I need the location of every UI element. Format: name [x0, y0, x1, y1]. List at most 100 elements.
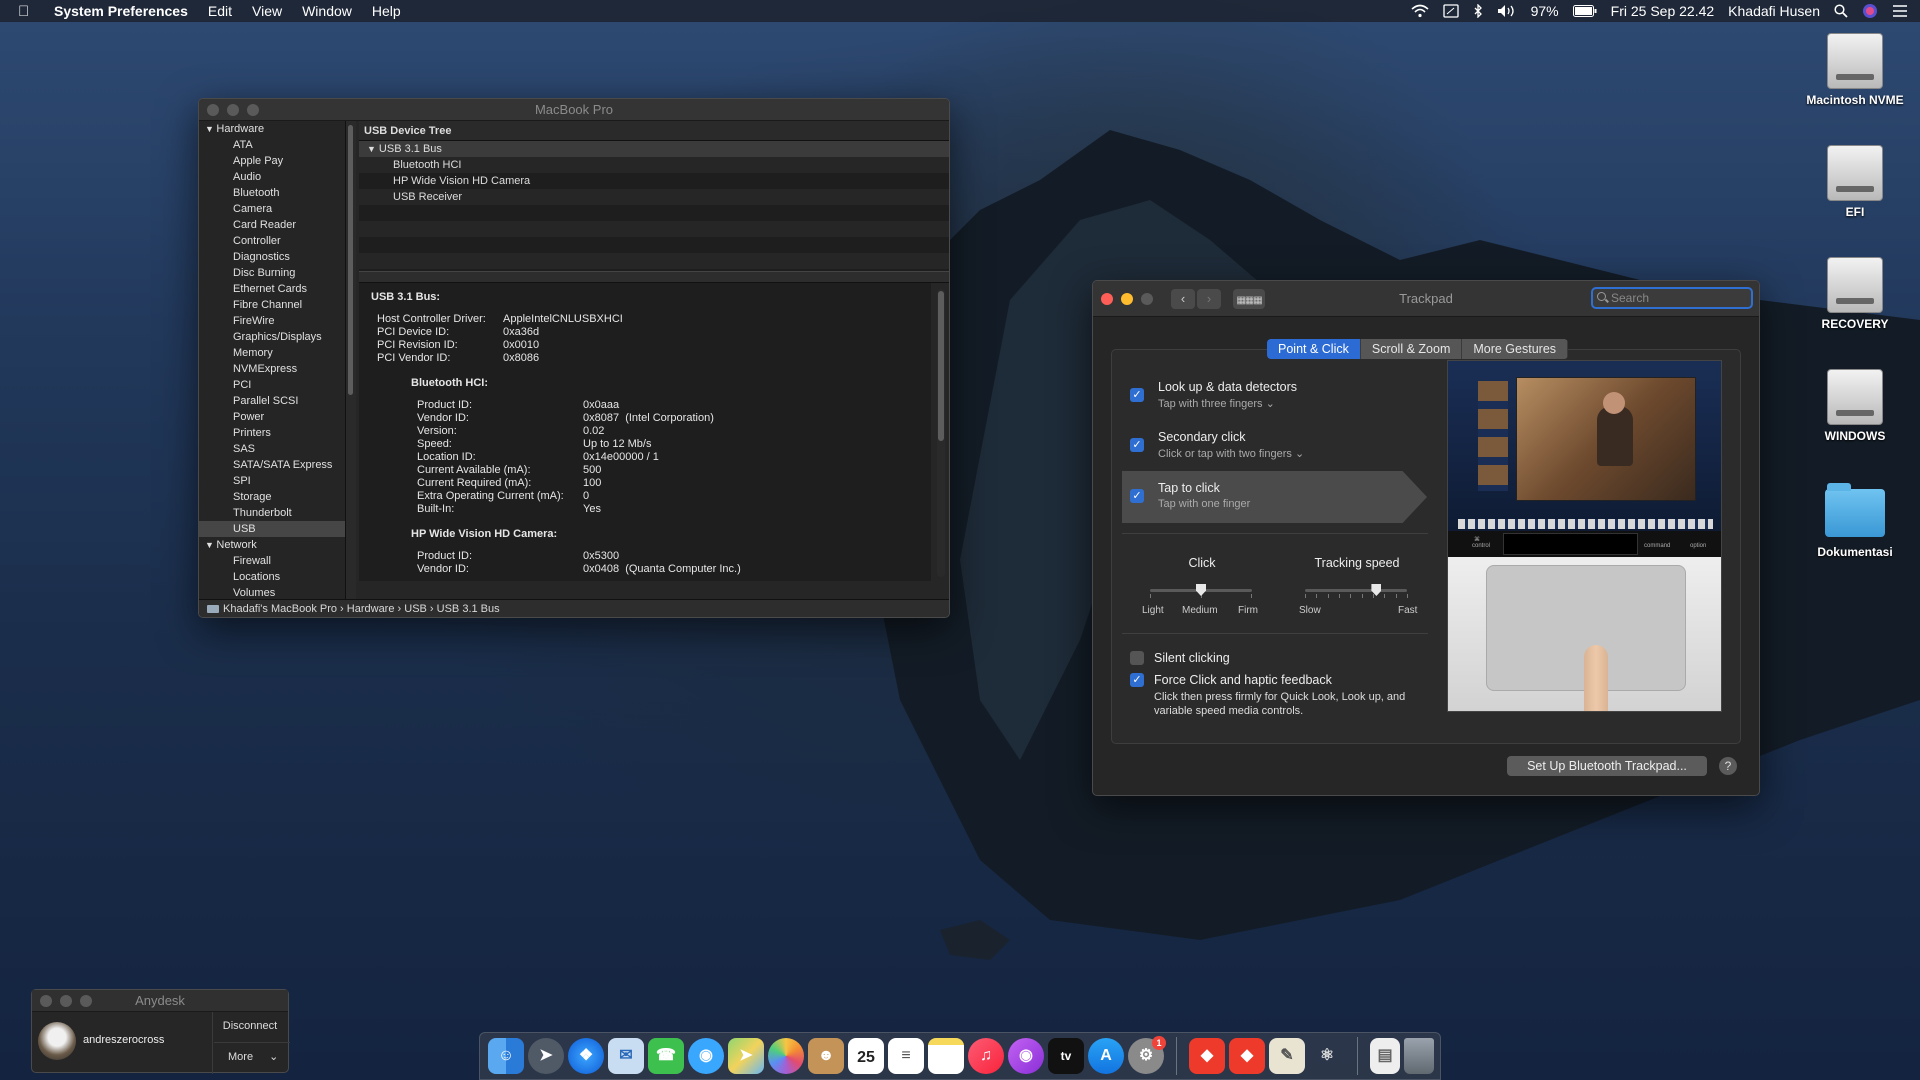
dock-launchpad-icon[interactable]: ➤	[528, 1038, 564, 1074]
tree-row[interactable]: USB Receiver	[359, 189, 949, 205]
dock-mail-icon[interactable]: ✉	[608, 1038, 644, 1074]
set-up-bluetooth-trackpad-button[interactable]: Set Up Bluetooth Trackpad...	[1507, 756, 1707, 776]
desktop-disk-macintosh-nvme[interactable]: Macintosh NVME	[1795, 33, 1915, 107]
look-up-gesture-popup[interactable]: Tap with three fingers ⌄	[1158, 397, 1427, 410]
dock-apple-tv-icon[interactable]: tv	[1048, 1038, 1084, 1074]
sidebar-item-firewire[interactable]: FireWire	[199, 313, 345, 329]
sidebar-item-pci[interactable]: PCI	[199, 377, 345, 393]
minimize-button[interactable]	[227, 104, 239, 116]
dock-anydesk-2-icon[interactable]: ◆	[1229, 1038, 1265, 1074]
path-segment[interactable]: Khadafi's MacBook Pro	[223, 603, 337, 615]
clock[interactable]: Fri 25 Sep 22.42	[1611, 3, 1715, 19]
dock-safari-icon[interactable]: ❖	[568, 1038, 604, 1074]
tree-row[interactable]: Bluetooth HCI	[359, 157, 949, 173]
tab-scroll-zoom[interactable]: Scroll & Zoom	[1360, 339, 1463, 359]
dock-contacts-icon[interactable]: ☻	[808, 1038, 844, 1074]
close-button[interactable]	[40, 995, 52, 1007]
spotlight-search-icon[interactable]	[1834, 4, 1848, 18]
sidebar-item-locations[interactable]: Locations	[199, 569, 345, 585]
siri-icon[interactable]	[1862, 3, 1878, 19]
menu-view[interactable]: View	[252, 3, 282, 19]
sidebar-item-graphics-displays[interactable]: Graphics/Displays	[199, 329, 345, 345]
path-segment[interactable]: USB	[404, 603, 427, 615]
disclosure-triangle-icon[interactable]: ▼	[205, 540, 216, 550]
sidebar-item-bluetooth[interactable]: Bluetooth	[199, 185, 345, 201]
secondary-click-gesture-popup[interactable]: Click or tap with two fingers ⌄	[1158, 447, 1427, 460]
wifi-icon[interactable]	[1411, 4, 1429, 18]
secondary-click-checkbox[interactable]: ✓	[1130, 438, 1144, 452]
tap-to-click-checkbox[interactable]: ✓	[1130, 489, 1144, 503]
sidebar-item-camera[interactable]: Camera	[199, 201, 345, 217]
dock-system-preferences-icon[interactable]: ⚙ 1	[1128, 1036, 1166, 1074]
dock-podcasts-icon[interactable]: ◉	[1008, 1038, 1044, 1074]
sidebar-item-network[interactable]: ▼ Network	[199, 537, 345, 553]
sidebar-scrollbar[interactable]	[346, 121, 356, 603]
dock-maps-icon[interactable]: ➤	[728, 1038, 764, 1074]
dock-calendar-icon[interactable]: 25	[848, 1038, 884, 1074]
close-button[interactable]	[207, 104, 219, 116]
sidebar-item-ata[interactable]: ATA	[199, 137, 345, 153]
sidebar-item-apple-pay[interactable]: Apple Pay	[199, 153, 345, 169]
click-slider-knob[interactable]	[1196, 584, 1206, 596]
sidebar-item-disc-burning[interactable]: Disc Burning	[199, 265, 345, 281]
tree-row[interactable]: ▼ USB 3.1 Bus	[359, 141, 949, 157]
sidebar-item-nvmexpress[interactable]: NVMExpress	[199, 361, 345, 377]
search-field[interactable]: Search	[1591, 287, 1753, 309]
apple-menu-icon[interactable]: 	[18, 3, 38, 20]
tab-more-gestures[interactable]: More Gestures	[1462, 339, 1569, 359]
disconnect-button[interactable]: Disconnect	[216, 1020, 284, 1032]
window-titlebar[interactable]: MacBook Pro	[199, 99, 949, 121]
dock-photos-icon[interactable]	[768, 1038, 804, 1074]
desktop-disk-windows[interactable]: WINDOWS	[1795, 369, 1915, 443]
help-button[interactable]: ?	[1719, 757, 1737, 775]
dock-messages-icon[interactable]: ◉	[688, 1038, 724, 1074]
path-segment[interactable]: USB 3.1 Bus	[437, 603, 500, 615]
sidebar-item-sas[interactable]: SAS	[199, 441, 345, 457]
sidebar-item-fibre-channel[interactable]: Fibre Channel	[199, 297, 345, 313]
path-segment[interactable]: Hardware	[347, 603, 395, 615]
dock-reminders-icon[interactable]: ≡	[888, 1038, 924, 1074]
sidebar-item-ethernet-cards[interactable]: Ethernet Cards	[199, 281, 345, 297]
user-name[interactable]: Khadafi Husen	[1728, 3, 1820, 19]
sidebar-item-thunderbolt[interactable]: Thunderbolt	[199, 505, 345, 521]
menu-help[interactable]: Help	[372, 3, 401, 19]
detail-scrollbar[interactable]	[937, 289, 945, 577]
desktop-disk-recovery[interactable]: RECOVERY	[1795, 257, 1915, 331]
sidebar-item-spi[interactable]: SPI	[199, 473, 345, 489]
sidebar-item-controller[interactable]: Controller	[199, 233, 345, 249]
sidebar-item-parallel-scsi[interactable]: Parallel SCSI	[199, 393, 345, 409]
disclosure-triangle-icon[interactable]: ▼	[367, 144, 376, 154]
dock-preview-icon[interactable]: ✎	[1269, 1038, 1305, 1074]
dock-app-store-icon[interactable]: A	[1088, 1038, 1124, 1074]
disclosure-triangle-icon[interactable]: ▼	[205, 124, 216, 134]
split-divider[interactable]	[359, 271, 949, 283]
look-up-checkbox[interactable]: ✓	[1130, 388, 1144, 402]
menu-edit[interactable]: Edit	[208, 3, 232, 19]
more-button[interactable]: More ⌄	[228, 1050, 278, 1063]
dock-utility-icon[interactable]: ⚛	[1309, 1038, 1345, 1074]
menu-app-name[interactable]: System Preferences	[54, 3, 188, 19]
sidebar-item-diagnostics[interactable]: Diagnostics	[199, 249, 345, 265]
dock-trash-icon[interactable]	[1404, 1038, 1434, 1074]
zoom-button[interactable]	[80, 995, 92, 1007]
volume-icon[interactable]	[1497, 4, 1517, 18]
tree-header[interactable]: USB Device Tree	[359, 121, 949, 141]
window-titlebar[interactable]: Anydesk	[32, 990, 288, 1012]
force-click-checkbox[interactable]: ✓	[1130, 673, 1144, 687]
tab-point-click[interactable]: Point & Click	[1267, 339, 1361, 359]
option-tap-to-click[interactable]: ✓ Tap to click Tap with one finger	[1122, 471, 1427, 523]
battery-icon[interactable]	[1572, 5, 1597, 17]
sidebar-item-card-reader[interactable]: Card Reader	[199, 217, 345, 233]
sidebar-item-firewall[interactable]: Firewall	[199, 553, 345, 569]
dock-music-icon[interactable]: ♫	[968, 1038, 1004, 1074]
dock-document-icon[interactable]: ▤	[1370, 1038, 1400, 1074]
sidebar-item-hardware[interactable]: ▼ Hardware	[199, 121, 345, 137]
dock-facetime-icon[interactable]: ☎	[648, 1038, 684, 1074]
dock-anydesk-icon[interactable]: ◆	[1189, 1038, 1225, 1074]
dock-notes-icon[interactable]	[928, 1038, 964, 1074]
display-icon[interactable]	[1442, 4, 1459, 18]
sidebar-item-usb[interactable]: USB	[199, 521, 345, 537]
sidebar-item-audio[interactable]: Audio	[199, 169, 345, 185]
sidebar-item-sata-sata-express[interactable]: SATA/SATA Express	[199, 457, 345, 473]
dock-finder-icon[interactable]: ☺	[488, 1038, 524, 1074]
